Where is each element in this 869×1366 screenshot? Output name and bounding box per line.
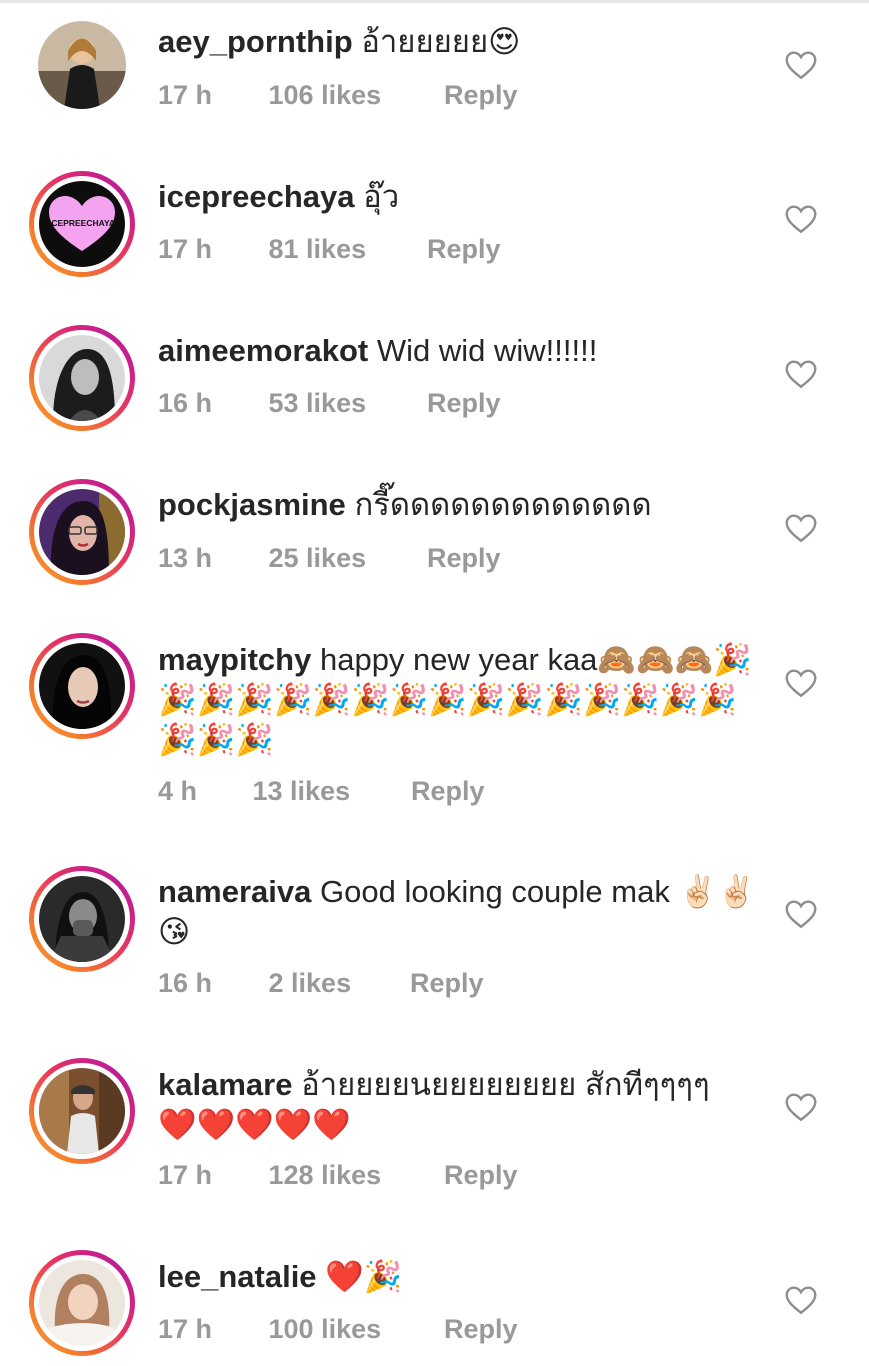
comment-text: lee_natalie ❤️🎉 [158,1257,768,1297]
avatar-label: ICEPREECHAYA [49,218,115,228]
heart-outline-icon[interactable] [783,1282,819,1318]
comment-username[interactable]: kalamare [158,1067,292,1102]
top-divider [0,0,869,3]
comment-message: กรี๊ดดดดดดดดดดดดด [354,487,652,522]
comment-text: kalamare อ้ายยยยนยยยยยยยย สักทีๆๆๆๆ❤️❤️❤… [158,1065,718,1145]
avatar[interactable] [29,325,135,431]
avatar[interactable] [29,633,135,739]
reply-button[interactable]: Reply [411,776,485,807]
comment-time: 17 h [158,1160,213,1190]
comment-meta: 17 h 106 likes Reply [158,80,518,111]
comment-message: อุ๊ว [363,179,400,214]
comment-username[interactable]: maypitchy [158,642,311,677]
comment-likes[interactable]: 81 likes [269,234,420,265]
avatar[interactable]: ICEPREECHAYA [29,171,135,277]
comment-text: aimeemorakot Wid wid wiw!!!!!! [158,331,768,371]
comment-message: ❤️🎉 [325,1259,403,1294]
comment-message: Wid wid wiw!!!!!! [376,333,598,368]
comment-time: 17 h [158,234,213,264]
comment-likes[interactable]: 25 likes [269,543,420,574]
comment-likes[interactable]: 2 likes [269,968,403,999]
comment-meta: 16 h 53 likes Reply [158,388,501,419]
comment-time: 17 h [158,80,213,110]
reply-button[interactable]: Reply [427,543,501,574]
avatar[interactable] [29,479,135,585]
comment-username[interactable]: aey_pornthip [158,24,353,59]
avatar[interactable] [29,1250,135,1356]
reply-button[interactable]: Reply [427,388,501,419]
reply-button[interactable]: Reply [427,234,501,265]
reply-button[interactable]: Reply [444,80,518,111]
comment-time: 16 h [158,968,213,998]
comment-meta: 16 h 2 likes Reply [158,968,484,999]
comment-time: 4 h [158,776,198,806]
comment-time: 17 h [158,1314,213,1344]
comment-message: อ้ายยยยย😍 [361,24,521,59]
comment-text: maypitchy happy new year kaa🙈🙈🙈🎉🎉🎉🎉🎉🎉🎉🎉🎉… [158,640,758,760]
heart-outline-icon[interactable] [783,47,819,83]
comment-meta: 17 h 100 likes Reply [158,1314,518,1345]
avatar[interactable] [29,1058,135,1164]
comment-username[interactable]: nameraiva [158,874,311,909]
comment-text: nameraiva Good looking couple mak ✌🏻✌🏻😘 [158,872,758,952]
heart-outline-icon[interactable] [783,510,819,546]
comment-username[interactable]: aimeemorakot [158,333,368,368]
heart-outline-icon[interactable] [783,356,819,392]
reply-button[interactable]: Reply [444,1314,518,1345]
reply-button[interactable]: Reply [444,1160,518,1191]
comment-likes[interactable]: 106 likes [269,80,437,111]
comment-username[interactable]: icepreechaya [158,179,354,214]
comment-meta: 17 h 128 likes Reply [158,1160,518,1191]
comment-text: pockjasmine กรี๊ดดดดดดดดดดดดด [158,485,768,525]
comment-likes[interactable]: 13 likes [253,776,404,807]
comment-meta: 13 h 25 likes Reply [158,543,501,574]
heart-outline-icon[interactable] [783,896,819,932]
comment-meta: 17 h 81 likes Reply [158,234,501,265]
comment-likes[interactable]: 100 likes [269,1314,437,1345]
heart-outline-icon[interactable] [783,201,819,237]
comment-text: aey_pornthip อ้ายยยยย😍 [158,22,768,62]
comment-likes[interactable]: 53 likes [269,388,420,419]
comment-meta: 4 h 13 likes Reply [158,776,485,807]
comment-time: 16 h [158,388,213,418]
comment-likes[interactable]: 128 likes [269,1160,437,1191]
avatar[interactable] [29,12,135,118]
comment-username[interactable]: pockjasmine [158,487,346,522]
avatar[interactable] [29,866,135,972]
reply-button[interactable]: Reply [410,968,484,999]
heart-outline-icon[interactable] [783,1089,819,1125]
comment-username[interactable]: lee_natalie [158,1259,317,1294]
comment-text: icepreechaya อุ๊ว [158,177,768,217]
heart-outline-icon[interactable] [783,665,819,701]
comment-time: 13 h [158,543,213,573]
